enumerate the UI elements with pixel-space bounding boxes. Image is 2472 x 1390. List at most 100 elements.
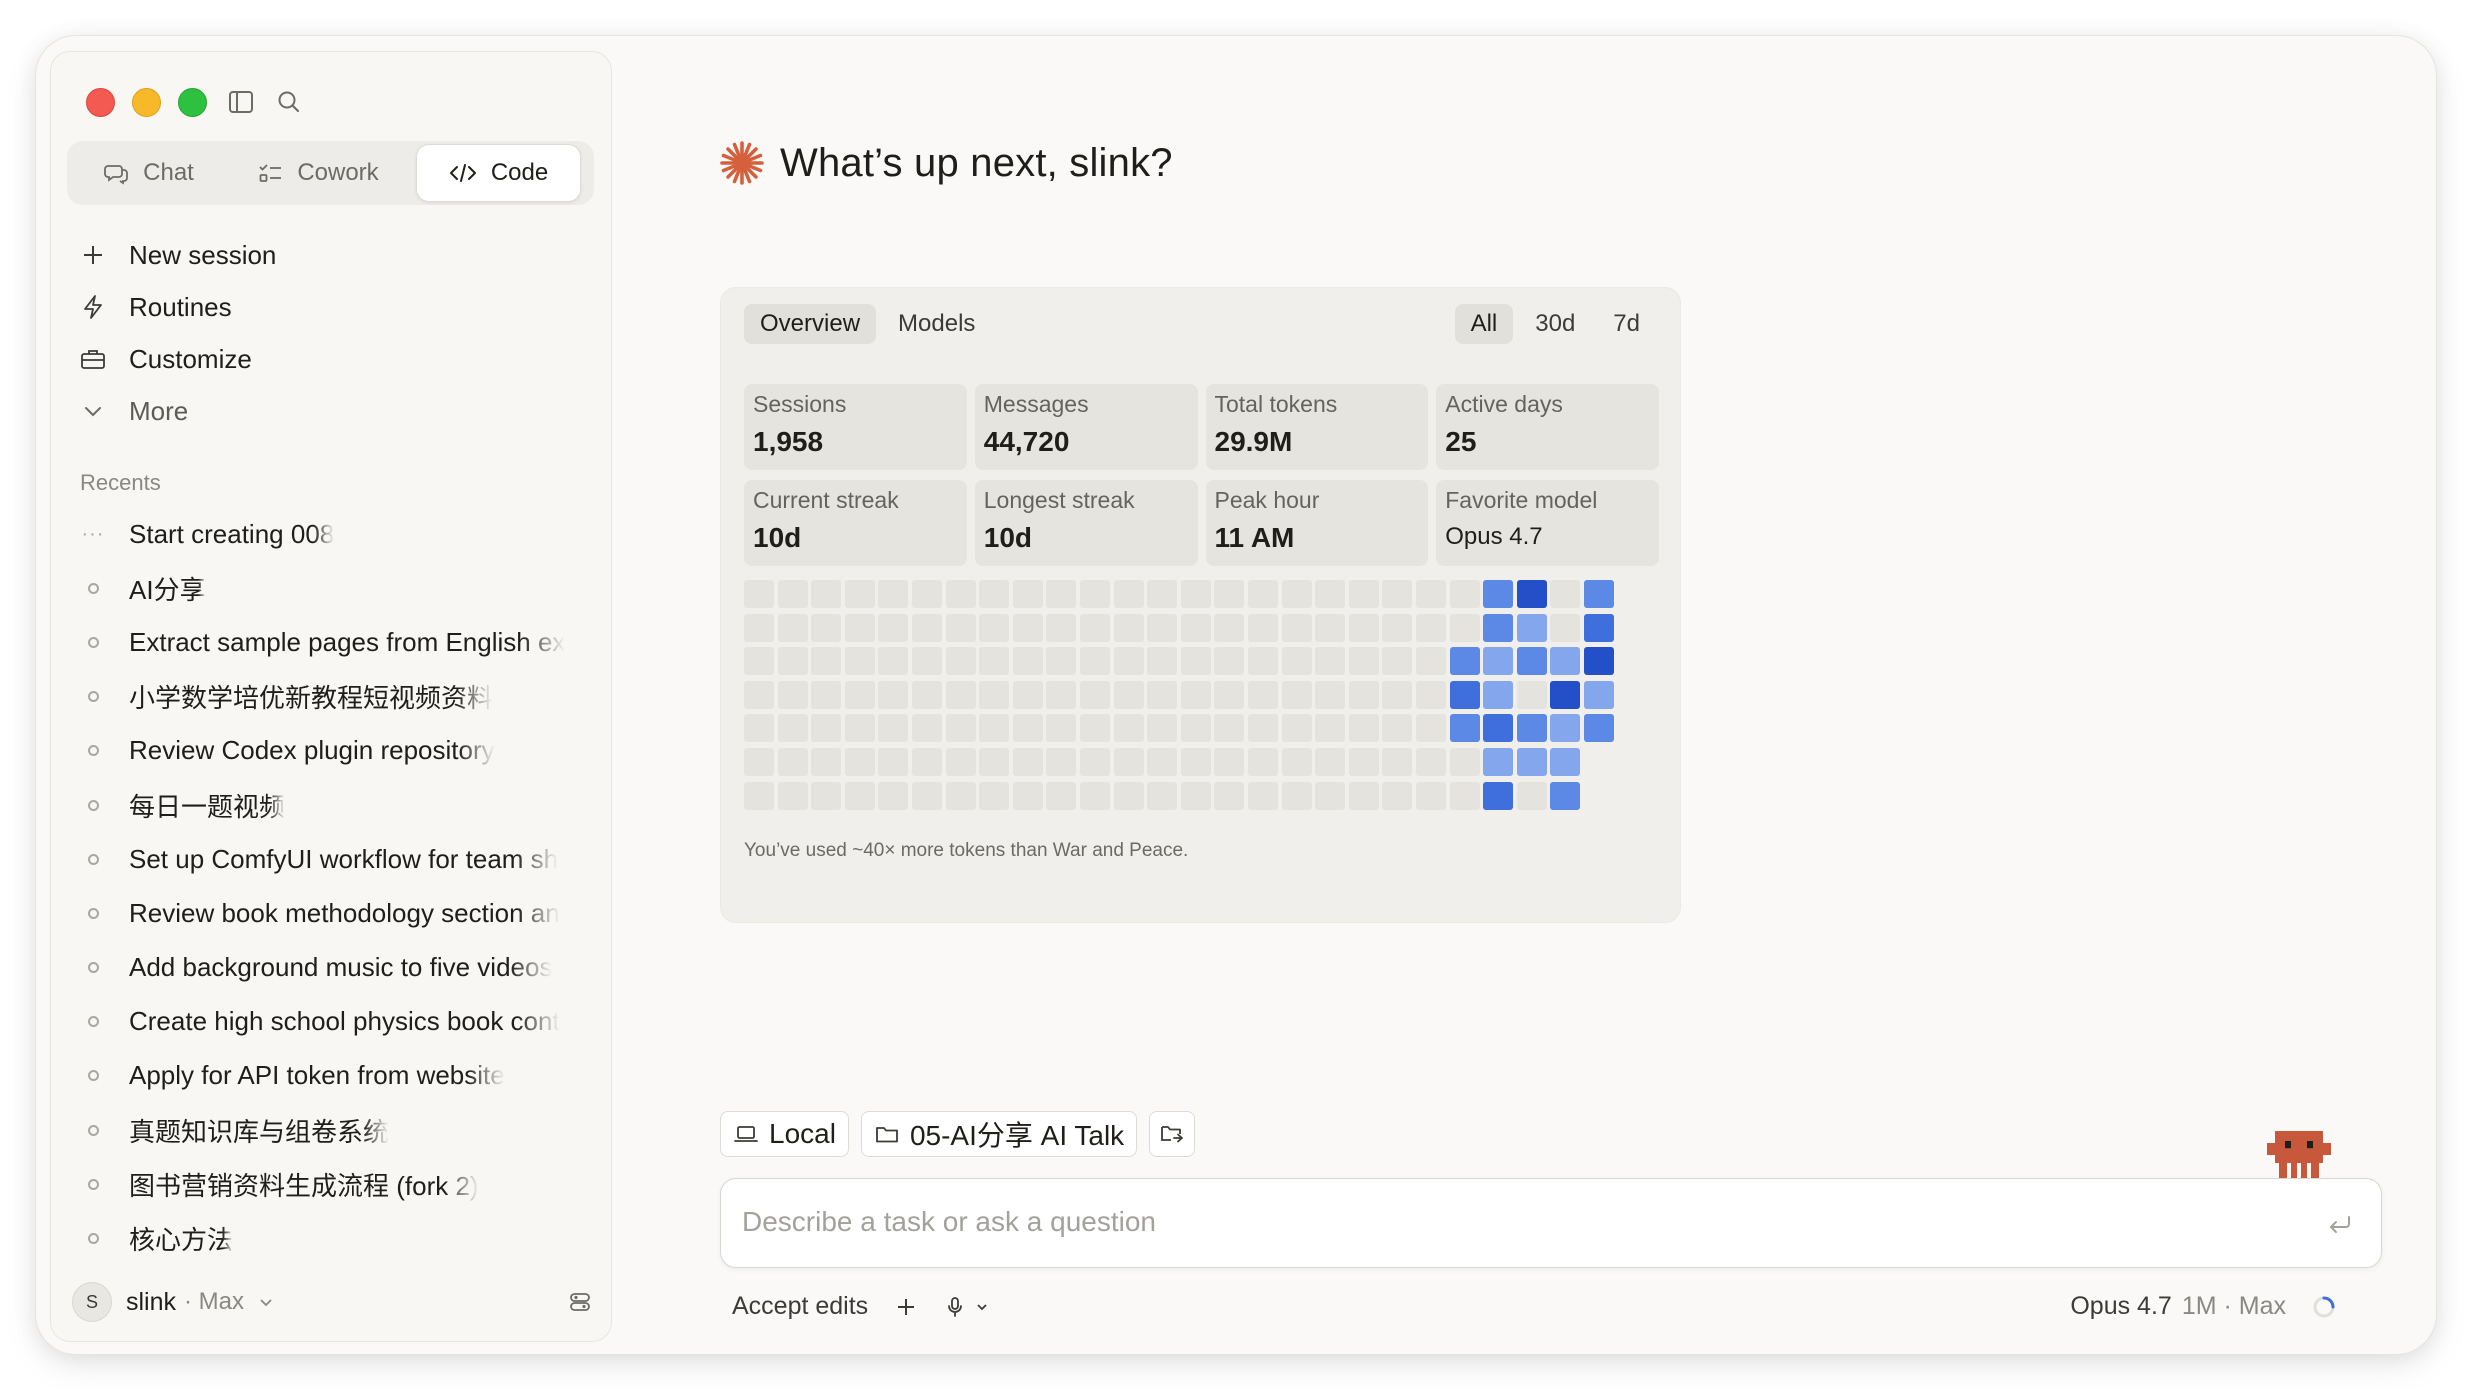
- recent-session-item[interactable]: Extract sample pages from English ex: [77, 615, 597, 669]
- range-30d[interactable]: 30d: [1519, 304, 1591, 344]
- recent-session-item[interactable]: Create high school physics book cont: [77, 995, 597, 1049]
- model-name: Opus 4.7: [2070, 1292, 2172, 1320]
- recent-session-item[interactable]: 图书营销资料生成流程 (fork 2): [77, 1157, 597, 1211]
- range-all[interactable]: All: [1454, 304, 1514, 344]
- recent-session-item[interactable]: Review Codex plugin repository: [77, 724, 597, 778]
- folder-plus-icon: [1161, 1126, 1184, 1143]
- recent-session-item[interactable]: Review book methodology section an: [77, 886, 597, 940]
- tab-code[interactable]: Code: [416, 144, 581, 202]
- heatmap-cell: [1248, 748, 1278, 776]
- session-dot-icon: [77, 1070, 109, 1082]
- usage-footnote: You’ve used ~40× more tokens than War an…: [744, 840, 1189, 861]
- user-menu[interactable]: S slink · Max: [72, 1277, 597, 1327]
- heatmap-cell: [1113, 748, 1144, 776]
- heatmap-cell: [1416, 647, 1446, 676]
- recent-session-item[interactable]: 小学数学培优新教程短视频资料: [77, 670, 597, 724]
- accept-edits-toggle[interactable]: Accept edits: [732, 1292, 868, 1321]
- heatmap-cell: [1483, 680, 1514, 709]
- heatmap-cell: [1449, 647, 1480, 676]
- heatmap-cell: [1012, 748, 1043, 776]
- model-selector[interactable]: Opus 4.7 1M · Max: [2070, 1292, 2338, 1321]
- sidebar-item-customize[interactable]: Customize: [77, 333, 597, 385]
- heatmap-cell: [844, 781, 875, 810]
- sidebar-item-routines[interactable]: Routines: [77, 281, 597, 333]
- search-icon[interactable]: [273, 86, 305, 118]
- session-dot-icon: [77, 582, 109, 594]
- prompt-input[interactable]: Describe a task or ask a question: [720, 1178, 2382, 1268]
- recent-session-item[interactable]: Set up ComfyUI workflow for team sh: [77, 832, 597, 886]
- heatmap-cell: [1113, 613, 1144, 642]
- session-dot-icon: [77, 636, 109, 648]
- tab-models[interactable]: Models: [882, 304, 991, 344]
- recent-session-item[interactable]: ··· Start creating 008: [77, 507, 597, 561]
- heatmap-cell: [912, 714, 942, 743]
- heatmap-cell: [1180, 781, 1211, 810]
- tab-cowork[interactable]: Cowork: [230, 144, 406, 202]
- heatmap-cell: [1113, 680, 1144, 709]
- recent-session-item[interactable]: 真题知识库与组卷系统: [77, 1103, 597, 1157]
- tab-overview[interactable]: Overview: [744, 304, 877, 344]
- heatmap-cell: [1113, 781, 1144, 810]
- recent-session-item[interactable]: Add background music to five videos: [77, 941, 597, 995]
- sidebar-toggle-icon[interactable]: [225, 86, 257, 118]
- recent-session-item[interactable]: 每日一题视频: [77, 778, 597, 832]
- heatmap-cell: [1550, 680, 1581, 709]
- heatmap-cell: [1516, 714, 1547, 743]
- heatmap-cell: [1248, 781, 1278, 810]
- session-dot-icon: [77, 1016, 109, 1028]
- code-icon: [449, 164, 476, 182]
- heatmap-cell: [1080, 680, 1110, 709]
- mascot-icon: [2267, 1131, 2331, 1179]
- heatmap-cell: [744, 680, 774, 709]
- environment-chip[interactable]: Local: [720, 1111, 849, 1157]
- heatmap-cell: [777, 714, 808, 743]
- minimize-window-button[interactable]: [132, 88, 161, 117]
- recent-session-item[interactable]: Apply for API token from website: [77, 1049, 597, 1103]
- heatmap-cell: [1281, 748, 1312, 776]
- range-7d[interactable]: 7d: [1597, 304, 1656, 344]
- settings-icon[interactable]: [567, 1289, 593, 1315]
- folder-chip[interactable]: 05-AI分享 AI Talk: [860, 1111, 1138, 1157]
- recent-session-title: 真题知识库与组卷系统: [129, 1116, 390, 1147]
- heatmap-cell: [1315, 748, 1346, 776]
- usage-stats-card: Overview Models All 30d 7d Sessions 1,95…: [720, 287, 1681, 923]
- heatmap-cell: [744, 748, 774, 776]
- sidebar-item-more[interactable]: More: [77, 385, 597, 437]
- heatmap-cell: [1012, 680, 1043, 709]
- recent-session-item[interactable]: AI分享: [77, 561, 597, 615]
- prompt-placeholder: Describe a task or ask a question: [742, 1206, 1156, 1237]
- heatmap-cell: [878, 714, 909, 743]
- new-session-button[interactable]: New session: [77, 229, 597, 281]
- heatmap-cell: [1584, 680, 1614, 709]
- heatmap-cell: [1348, 580, 1379, 608]
- sidebar: Chat Cowork Code New session Routines Cu…: [50, 51, 612, 1342]
- close-window-button[interactable]: [86, 88, 115, 117]
- heatmap-cell: [1550, 781, 1581, 810]
- maximize-window-button[interactable]: [178, 88, 207, 117]
- heatmap-cell: [1012, 714, 1043, 743]
- heatmap-cell: [1180, 748, 1211, 776]
- bolt-icon: [77, 291, 109, 323]
- heatmap-cell: [1281, 714, 1312, 743]
- session-dot-icon: [77, 1124, 109, 1136]
- stat-current-streak: Current streak 10d: [744, 480, 967, 566]
- heatmap-cell: [811, 781, 842, 810]
- heatmap-cell: [1483, 647, 1514, 676]
- enter-icon[interactable]: [2325, 1209, 2355, 1239]
- heatmap-cell: [811, 748, 842, 776]
- heatmap-cell: [1584, 580, 1614, 608]
- heatmap-cell: [1012, 781, 1043, 810]
- context-usage-icon: [2313, 1296, 2335, 1317]
- recent-session-title: Create high school physics book cont: [129, 1006, 560, 1037]
- heatmap-cell: [979, 781, 1010, 810]
- recent-session-item[interactable]: 核心方法: [77, 1211, 597, 1265]
- tab-chat[interactable]: Chat: [67, 144, 230, 202]
- add-folder-button[interactable]: [1149, 1111, 1196, 1157]
- heatmap-cell: [1113, 714, 1144, 743]
- add-attachment-icon[interactable]: [894, 1295, 918, 1319]
- heatmap-cell: [1416, 613, 1446, 642]
- voice-input-button[interactable]: [944, 1295, 990, 1319]
- heatmap-cell: [1080, 781, 1110, 810]
- heatmap-cell: [945, 580, 976, 608]
- recent-session-title: Review Codex plugin repository: [129, 735, 495, 766]
